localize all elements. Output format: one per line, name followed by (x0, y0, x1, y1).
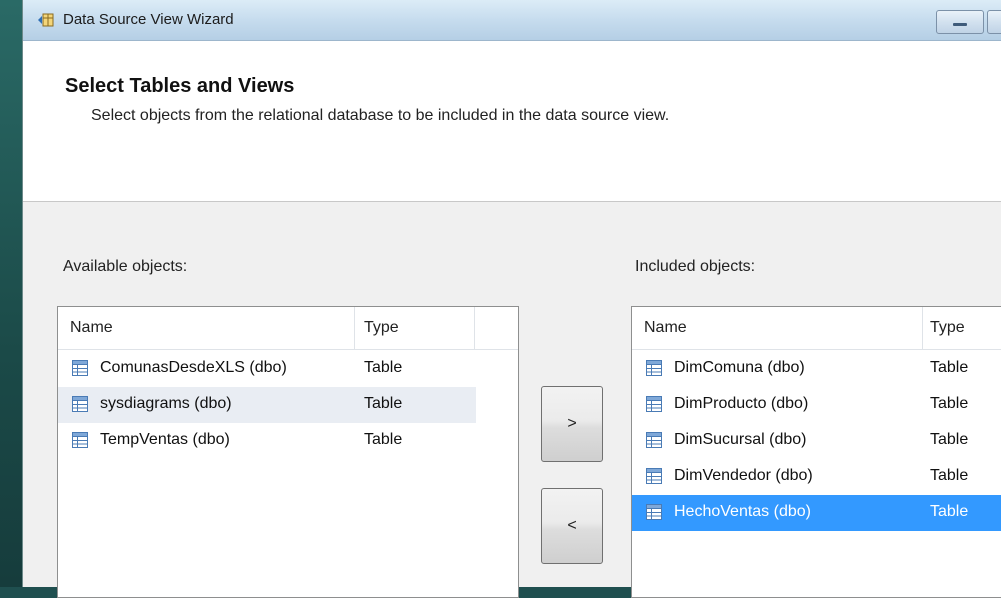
list-item[interactable]: DimComuna (dbo) Table (632, 351, 1001, 387)
column-divider[interactable] (922, 307, 923, 349)
page-title: Select Tables and Views (65, 75, 295, 97)
table-grid-icon (646, 360, 662, 376)
column-divider[interactable] (354, 307, 355, 349)
table-grid-icon (72, 360, 88, 376)
list-item[interactable]: DimProducto (dbo) Table (632, 387, 1001, 423)
object-name: DimComuna (dbo) (674, 359, 805, 376)
window-title: Data Source View Wizard (63, 11, 234, 28)
list-item[interactable]: DimSucursal (dbo) Table (632, 423, 1001, 459)
available-objects-label: Available objects: (63, 258, 188, 275)
column-header-name[interactable]: Name (70, 319, 113, 339)
included-objects-label: Included objects: (635, 258, 756, 275)
object-type: Table (364, 359, 403, 376)
object-name: TempVentas (dbo) (100, 431, 230, 448)
table-grid-icon (646, 504, 662, 520)
minimize-icon (953, 23, 967, 26)
object-type: Table (930, 359, 969, 376)
object-name: DimSucursal (dbo) (674, 431, 807, 448)
included-list-header: Name Type (632, 307, 1001, 350)
table-grid-icon (646, 396, 662, 412)
maximize-button[interactable] (987, 10, 1001, 34)
available-list-header: Name Type (58, 307, 518, 350)
object-type: Table (930, 503, 969, 520)
object-type: Table (930, 467, 969, 484)
add-object-button[interactable]: > (541, 386, 603, 462)
list-item-selected[interactable]: HechoVentas (dbo) Table (632, 495, 1001, 531)
included-objects-list[interactable]: Name Type DimComuna (dbo) Table DimProdu… (631, 306, 1001, 598)
list-item[interactable]: sysdiagrams (dbo) Table (58, 387, 476, 423)
column-header-type[interactable]: Type (364, 319, 399, 339)
list-item[interactable]: TempVentas (dbo) Table (58, 423, 476, 459)
table-grid-icon (646, 468, 662, 484)
wizard-content: Available objects: Included objects: Nam… (23, 202, 1001, 598)
column-header-type[interactable]: Type (930, 319, 965, 339)
column-header-name[interactable]: Name (644, 319, 687, 339)
wizard-header: Select Tables and Views Select objects f… (23, 41, 1001, 202)
table-grid-icon (646, 432, 662, 448)
table-grid-icon (72, 432, 88, 448)
object-type: Table (364, 431, 403, 448)
object-type: Table (364, 395, 403, 412)
object-name: sysdiagrams (dbo) (100, 395, 232, 412)
list-item[interactable]: DimVendedor (dbo) Table (632, 459, 1001, 495)
object-type: Table (930, 395, 969, 412)
list-item[interactable]: ComunasDesdeXLS (dbo) Table (58, 351, 476, 387)
page-subtitle: Select objects from the relational datab… (91, 107, 670, 124)
object-name: ComunasDesdeXLS (dbo) (100, 359, 287, 376)
available-objects-list[interactable]: Name Type ComunasDesdeXLS (dbo) Table sy… (57, 306, 519, 598)
object-name: HechoVentas (dbo) (674, 503, 811, 520)
desktop-background (0, 0, 22, 587)
wizard-app-icon (37, 11, 55, 29)
minimize-button[interactable] (936, 10, 984, 34)
column-divider[interactable] (474, 307, 475, 349)
object-name: DimVendedor (dbo) (674, 467, 813, 484)
remove-object-button[interactable]: < (541, 488, 603, 564)
title-bar: Data Source View Wizard (23, 0, 1001, 41)
object-name: DimProducto (dbo) (674, 395, 809, 412)
wizard-window: Data Source View Wizard Select Tables an… (22, 0, 1001, 598)
object-type: Table (930, 431, 969, 448)
table-grid-icon (72, 396, 88, 412)
